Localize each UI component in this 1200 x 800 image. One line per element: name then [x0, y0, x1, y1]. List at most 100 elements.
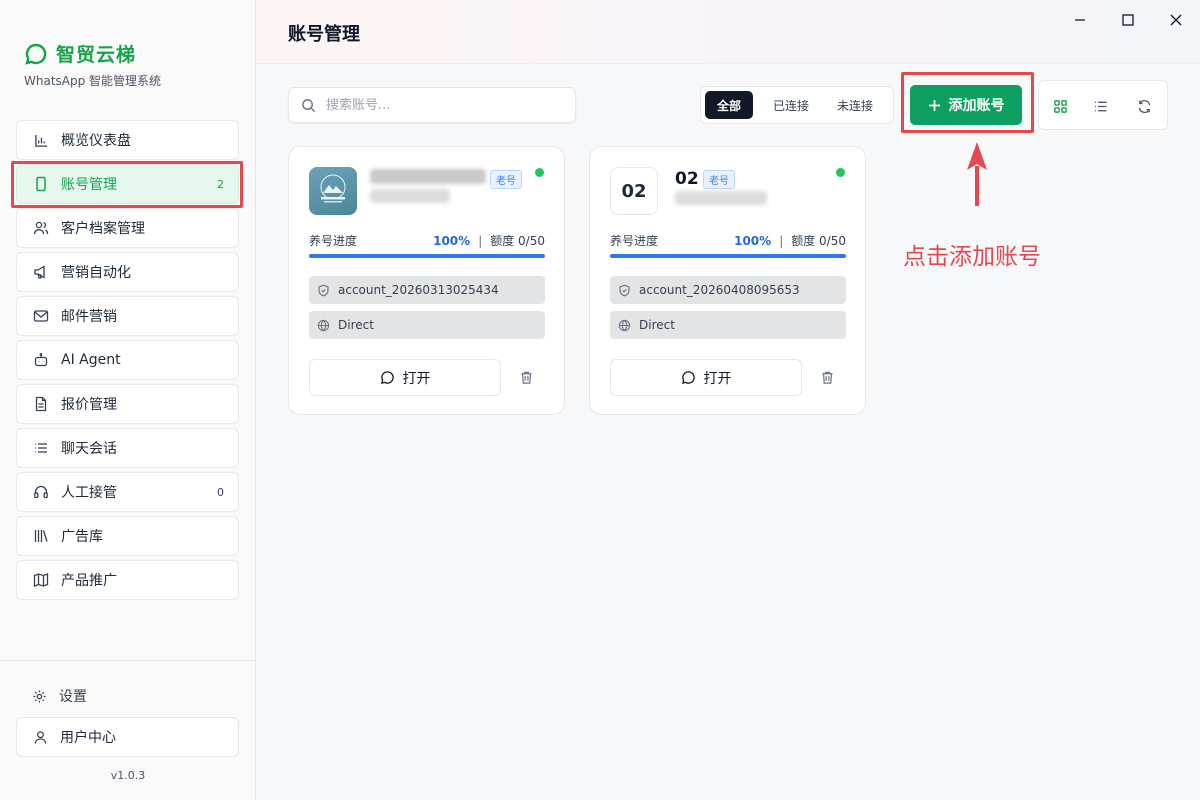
sidebar-item-dashboard[interactable]: 概览仪表盘	[16, 120, 239, 160]
globe-icon	[618, 319, 631, 331]
minimize-icon	[1075, 19, 1085, 21]
sidebar-item-label: 账号管理	[61, 177, 117, 193]
close-window-button[interactable]	[1166, 10, 1186, 30]
sidebar-item-marketing-automation[interactable]: 营销自动化	[16, 252, 239, 292]
chat-bubble-icon	[380, 371, 394, 385]
bar-chart-icon	[33, 132, 49, 148]
close-icon	[1170, 14, 1182, 26]
user-icon	[34, 730, 47, 744]
list-icon	[33, 440, 49, 456]
sidebar-item-email-marketing[interactable]: 邮件营销	[16, 296, 239, 336]
settings-link[interactable]: 设置	[32, 686, 87, 706]
document-icon	[33, 396, 49, 412]
separator: |	[779, 233, 784, 248]
refresh-button[interactable]	[1134, 96, 1154, 116]
progress-row: 养号进度 100% | 额度 0/50	[309, 232, 545, 249]
sidebar-item-label: 营销自动化	[61, 265, 131, 281]
user-center-label: 用户中心	[60, 730, 116, 746]
open-account-button[interactable]: 打开	[309, 359, 501, 396]
progress-label: 养号进度	[610, 234, 659, 248]
quota-value: 额度 0/50	[791, 234, 846, 248]
sidebar-item-human-takeover[interactable]: 人工接管 0	[16, 472, 239, 512]
shield-icon	[619, 284, 630, 296]
progress-bar	[309, 254, 545, 258]
brand-name: 智贸云梯	[56, 44, 137, 66]
separator: |	[478, 233, 483, 248]
library-icon	[33, 528, 49, 544]
shield-icon	[318, 284, 329, 296]
sidebar-item-label: 概览仪表盘	[61, 133, 131, 149]
account-id: account_20260408095653	[639, 283, 800, 297]
gear-icon	[33, 689, 46, 703]
page-title: 账号管理	[288, 24, 360, 45]
sidebar-item-accounts[interactable]: 账号管理 2	[16, 164, 239, 204]
map-icon	[33, 572, 49, 588]
trash-icon	[520, 371, 532, 384]
minimize-window-button[interactable]	[1070, 10, 1090, 30]
account-age-tag: 老号	[703, 170, 735, 189]
account-age-tag: 老号	[490, 170, 522, 189]
search-input[interactable]	[326, 97, 556, 113]
filter-all[interactable]: 全部	[705, 91, 754, 119]
user-center-button[interactable]: 用户中心	[16, 717, 239, 757]
users-icon	[33, 220, 49, 236]
bot-icon	[33, 352, 49, 368]
online-status-dot	[836, 168, 845, 177]
globe-icon	[317, 319, 330, 331]
open-label: 打开	[703, 370, 732, 387]
proxy-row: Direct	[610, 311, 846, 339]
megaphone-icon	[33, 264, 49, 280]
progress-bar-fill	[309, 254, 545, 258]
sidebar-footer-divider	[0, 660, 256, 661]
progress-percent: 100%	[734, 233, 772, 248]
account-id-row: account_20260313025434	[309, 276, 545, 304]
sidebar-item-ai-agent[interactable]: AI Agent	[16, 340, 239, 380]
blurred-account-phone	[675, 191, 767, 205]
add-account-button[interactable]: 添加账号	[910, 85, 1022, 125]
blurred-account-name	[370, 169, 486, 184]
sidebar-item-chats[interactable]: 聊天会话	[16, 428, 239, 468]
trash-icon	[821, 371, 833, 384]
headset-icon	[33, 484, 49, 500]
phone-icon	[33, 176, 49, 192]
mail-icon	[33, 308, 49, 324]
online-status-dot	[535, 168, 544, 177]
open-account-button[interactable]: 打开	[610, 359, 802, 396]
plus-icon	[928, 99, 940, 111]
list-view-button[interactable]	[1090, 96, 1110, 116]
maximize-icon	[1122, 14, 1134, 26]
grid-view-button[interactable]	[1050, 96, 1070, 116]
progress-bar-fill	[610, 254, 846, 258]
brand: 智贸云梯	[24, 40, 136, 67]
search-box	[288, 87, 576, 123]
sidebar-item-label: 产品推广	[61, 573, 117, 589]
sidebar-item-customers[interactable]: 客户档案管理	[16, 208, 239, 248]
delete-account-button[interactable]	[517, 367, 535, 387]
progress-row: 养号进度 100% | 额度 0/50	[610, 232, 846, 249]
maximize-window-button[interactable]	[1118, 10, 1138, 30]
sidebar-item-label: 报价管理	[61, 397, 117, 413]
settings-label: 设置	[59, 689, 87, 705]
progress-label: 养号进度	[309, 234, 358, 248]
list-icon	[1094, 101, 1107, 111]
sidebar-item-product-promotion[interactable]: 产品推广	[16, 560, 239, 600]
sidebar: 智贸云梯 WhatsApp 智能管理系统 概览仪表盘 账号管理 2 客户档案管理	[0, 0, 256, 800]
proxy-value: Direct	[639, 318, 675, 332]
sidebar-item-label: AI Agent	[61, 352, 121, 368]
sidebar-item-ad-library[interactable]: 广告库	[16, 516, 239, 556]
sidebar-item-label: 广告库	[61, 529, 103, 545]
annotation-text: 点击添加账号	[903, 244, 1041, 270]
progress-bar	[610, 254, 846, 258]
sidebar-nav: 概览仪表盘 账号管理 2 客户档案管理 营销自动化 邮件营销 AI Agent …	[16, 120, 239, 604]
annotation-arrow	[967, 142, 987, 206]
sidebar-item-label: 人工接管	[61, 485, 117, 501]
chat-bubble-logo-icon	[25, 43, 47, 65]
filter-connected[interactable]: 已连接	[761, 91, 821, 119]
account-avatar	[309, 167, 357, 215]
account-card: 老号 养号进度 100% | 额度 0/50 account_202603130…	[288, 146, 565, 415]
sidebar-item-quotes[interactable]: 报价管理	[16, 384, 239, 424]
filter-disconnected[interactable]: 未连接	[825, 91, 885, 119]
account-id: account_20260313025434	[338, 283, 499, 297]
grid-icon	[1053, 99, 1067, 113]
delete-account-button[interactable]	[818, 367, 836, 387]
